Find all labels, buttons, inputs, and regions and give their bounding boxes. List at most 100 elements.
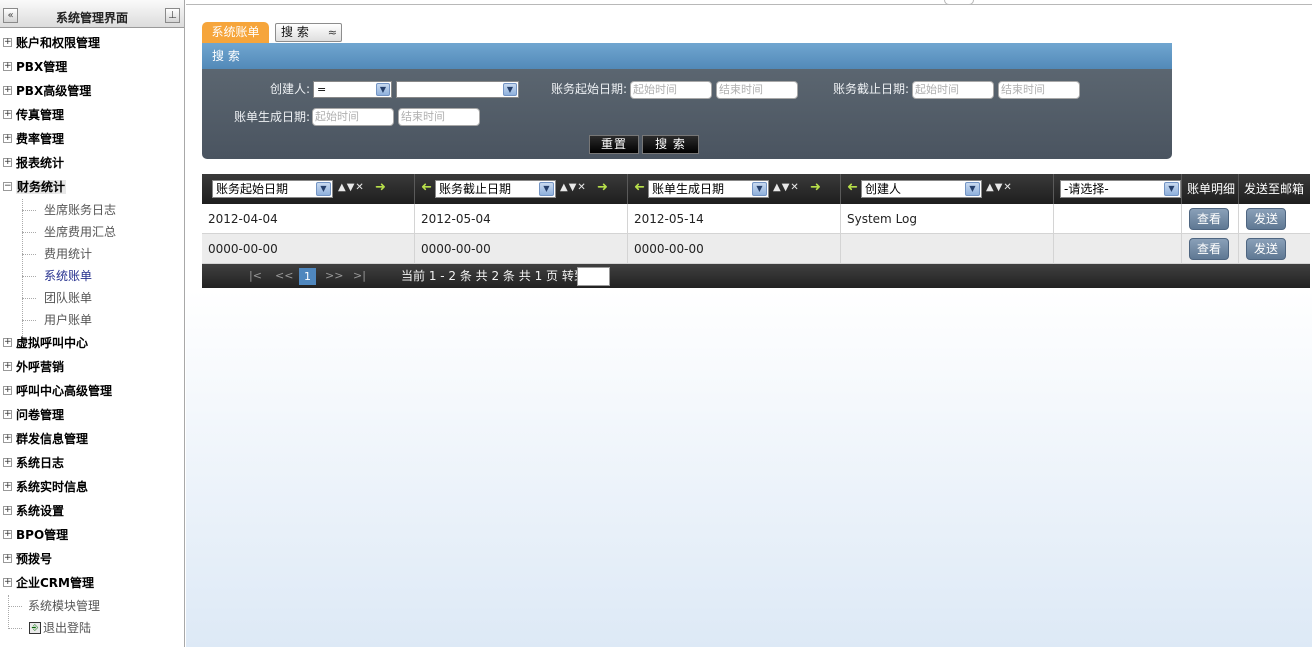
expand-icon[interactable]: + (3, 62, 12, 71)
expand-icon[interactable]: + (3, 386, 12, 395)
sidebar-item-bulk-messages[interactable]: + 群发信息管理 (0, 427, 184, 451)
sidebar-item-label: 系统实时信息 (16, 480, 89, 494)
sidebar-item-finance[interactable]: − 财务统计 (0, 175, 184, 199)
sidebar-item-pbx[interactable]: + PBX管理 (0, 55, 184, 79)
top-collapse-handle[interactable] (944, 0, 974, 5)
sidebar-item-predial[interactable]: + 预拨号 (0, 547, 184, 571)
start-date-label: 账务起始日期: (550, 82, 627, 96)
column-add-select[interactable]: -请选择- ▼ (1060, 180, 1181, 198)
gen-date-from-input[interactable]: 起始时间 (312, 108, 394, 126)
sidebar-item-virtual-call-center[interactable]: + 虚拟呼叫中心 (0, 331, 184, 355)
first-page-button[interactable]: |< (249, 264, 262, 288)
move-right-arrow-icon[interactable]: ➜ (375, 180, 386, 195)
sidebar-subitem-fee-stats[interactable]: 费用统计 (0, 243, 184, 265)
column-select-creator[interactable]: 创建人 ▼ (861, 180, 982, 198)
expand-icon[interactable]: + (3, 158, 12, 167)
expand-icon[interactable]: + (3, 530, 12, 539)
logout-link[interactable]: ⎆ 退出登陆 (0, 617, 184, 639)
chevron-down-icon: ▼ (752, 182, 767, 196)
view-button[interactable]: 查看 (1189, 238, 1229, 260)
expand-icon[interactable]: + (3, 86, 12, 95)
sort-remove-icons[interactable]: ▲▼✕ (773, 182, 800, 193)
sidebar-item-crm[interactable]: + 企业CRM管理 (0, 571, 184, 595)
expand-icon[interactable]: + (3, 458, 12, 467)
start-date-from-input[interactable]: 起始时间 (630, 81, 712, 99)
sort-remove-icons[interactable]: ▲▼✕ (986, 182, 1013, 193)
sidebar-item-fax[interactable]: + 传真管理 (0, 103, 184, 127)
sidebar-subitem-agent-fee-summary[interactable]: 坐席费用汇总 (0, 221, 184, 243)
search-button[interactable]: 搜 索 (642, 135, 699, 154)
sidebar-item-call-center-advanced[interactable]: + 呼叫中心高级管理 (0, 379, 184, 403)
column-label: 发送至邮箱 (1244, 182, 1305, 196)
sidebar-item-label: 企业CRM管理 (16, 576, 94, 590)
sidebar-item-outbound-marketing[interactable]: + 外呼营销 (0, 355, 184, 379)
column-select-generated-date[interactable]: 账单生成日期 ▼ (648, 180, 769, 198)
sidebar-item-surveys[interactable]: + 问卷管理 (0, 403, 184, 427)
send-button[interactable]: 发送 (1246, 208, 1286, 230)
end-date-to-input[interactable]: 结束时间 (998, 81, 1080, 99)
expand-icon[interactable]: + (3, 410, 12, 419)
sidebar-item-bpo[interactable]: + BPO管理 (0, 523, 184, 547)
sidebar-item-account-permissions[interactable]: + 账户和权限管理 (0, 31, 184, 55)
move-left-arrow-icon[interactable]: ➜ (634, 180, 645, 195)
sidebar-item-label: 账户和权限管理 (16, 36, 101, 50)
expand-icon[interactable]: + (3, 38, 12, 47)
expand-icon[interactable]: + (3, 110, 12, 119)
cell-start-date: 0000-00-00 (202, 234, 415, 264)
move-left-arrow-icon[interactable]: ➜ (847, 180, 858, 195)
sidebar-item-realtime-info[interactable]: + 系统实时信息 (0, 475, 184, 499)
creator-operator-select[interactable]: = ▼ (313, 81, 392, 98)
column-select-start-date[interactable]: 账务起始日期 ▼ (212, 180, 333, 198)
sidebar-subitem-system-bills[interactable]: 系统账单 (0, 265, 184, 287)
gen-date-to-input[interactable]: 结束时间 (398, 108, 480, 126)
goto-page-input[interactable] (577, 267, 610, 286)
cell-generated-date: 2012-05-14 (628, 204, 841, 234)
sidebar-item-system-log[interactable]: + 系统日志 (0, 451, 184, 475)
start-date-to-input[interactable]: 结束时间 (716, 81, 798, 99)
sidebar-subitem-user-bills[interactable]: 用户账单 (0, 309, 184, 331)
search-toggle-button[interactable]: 搜 索 ≈ (275, 23, 342, 42)
move-right-arrow-icon[interactable]: ➜ (597, 180, 608, 195)
tab-system-bills[interactable]: 系统账单 (202, 22, 269, 43)
sidebar-item-reports[interactable]: + 报表统计 (0, 151, 184, 175)
column-label: 账务截止日期 (439, 182, 512, 196)
move-right-arrow-icon[interactable]: ➜ (810, 180, 821, 195)
expand-icon[interactable]: + (3, 338, 12, 347)
last-page-button[interactable]: >| (353, 264, 366, 288)
column-header-generated-date: ➜ 账单生成日期 ▼ ▲▼✕ ➜ (628, 174, 841, 204)
pin-icon[interactable]: ⊥ (165, 8, 180, 23)
send-button[interactable]: 发送 (1246, 238, 1286, 260)
sidebar-item-system-settings[interactable]: + 系统设置 (0, 499, 184, 523)
expand-icon[interactable]: + (3, 362, 12, 371)
column-select-end-date[interactable]: 账务截止日期 ▼ (435, 180, 556, 198)
sidebar-subitem-agent-billing-log[interactable]: 坐席账务日志 (0, 199, 184, 221)
sidebar-item-rates[interactable]: + 费率管理 (0, 127, 184, 151)
cell-creator: System Log (841, 204, 1054, 234)
expand-icon[interactable]: + (3, 434, 12, 443)
end-date-label: 账务截止日期: (832, 82, 909, 96)
expand-icon[interactable]: + (3, 506, 12, 515)
sidebar-item-label: 财务统计 (16, 180, 67, 194)
sidebar-item-pbx-advanced[interactable]: + PBX高级管理 (0, 79, 184, 103)
sort-remove-icons[interactable]: ▲▼✕ (560, 182, 587, 193)
view-button[interactable]: 查看 (1189, 208, 1229, 230)
expand-icon[interactable]: + (3, 578, 12, 587)
collapse-icon[interactable]: − (3, 182, 12, 191)
prev-page-button[interactable]: << (275, 264, 293, 288)
current-page[interactable]: 1 (299, 268, 316, 285)
sidebar-item-label: BPO管理 (16, 528, 69, 542)
gen-date-label: 账单生成日期: (233, 110, 310, 124)
sidebar-subitem-team-bills[interactable]: 团队账单 (0, 287, 184, 309)
reset-button[interactable]: 重置 (589, 135, 639, 154)
cell-end-date: 0000-00-00 (415, 234, 628, 264)
end-date-from-input[interactable]: 起始时间 (912, 81, 994, 99)
creator-value-select[interactable]: ▼ (396, 81, 519, 98)
next-page-button[interactable]: >> (325, 264, 343, 288)
expand-icon[interactable]: + (3, 134, 12, 143)
move-left-arrow-icon[interactable]: ➜ (421, 180, 432, 195)
expand-icon[interactable]: + (3, 482, 12, 491)
sidebar-item-module-management[interactable]: 系统模块管理 (0, 595, 184, 617)
sort-remove-icons[interactable]: ▲▼✕ (338, 182, 365, 193)
chevron-down-icon: ▼ (376, 83, 390, 96)
expand-icon[interactable]: + (3, 554, 12, 563)
